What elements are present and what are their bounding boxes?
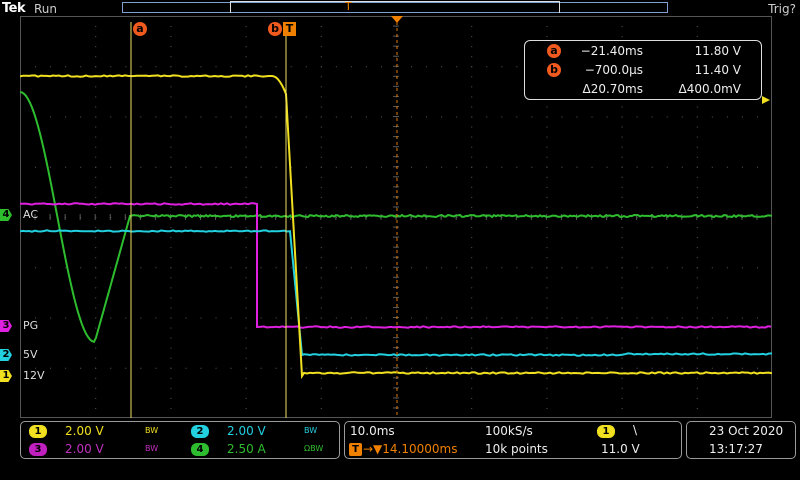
horizontal-trigger-panel[interactable]: 10.0ms 100kS/s T →▼14.10000ms 10k points… xyxy=(344,421,682,459)
readout-b-badge: b xyxy=(547,63,561,77)
ch3-bw-limit: BW xyxy=(145,444,158,453)
trace-ch3-pg xyxy=(20,203,771,327)
trigger-delay[interactable]: →▼14.10000ms xyxy=(363,442,457,456)
readout-b-time: −700.0µs xyxy=(585,63,643,77)
readout-b-value: 11.40 V xyxy=(695,63,741,77)
ch2-scale[interactable]: 2.00 V xyxy=(227,424,266,438)
readout-row-delta: Δ20.70ms Δ400.0mV xyxy=(525,82,761,98)
ch3-scale[interactable]: 2.00 V xyxy=(65,442,104,456)
readout-a-value: 11.80 V xyxy=(695,44,741,58)
brand-logo: Tek xyxy=(2,1,25,16)
readout-a-time: −21.40ms xyxy=(581,44,643,58)
readout-row-a: a −21.40ms 11.80 V xyxy=(525,44,761,60)
trigger-source-badge[interactable]: 1 xyxy=(597,425,615,438)
ch2-label: 5V xyxy=(23,348,38,361)
record-length: 10k points xyxy=(485,442,548,456)
ch2-bw-limit: BW xyxy=(304,426,317,435)
acquisition-state[interactable]: Run xyxy=(34,2,57,16)
ch4-scale[interactable]: 2.50 A xyxy=(227,442,266,456)
timebase[interactable]: 10.0ms xyxy=(350,424,395,438)
ch3-label: PG xyxy=(23,319,38,332)
ch2-marker[interactable]: 2 xyxy=(0,349,12,361)
ch1-bw-limit: BW xyxy=(145,426,158,435)
cursor-b-label[interactable]: b xyxy=(268,22,282,36)
record-view-window[interactable] xyxy=(230,1,560,13)
trigger-slope-falling-icon[interactable]: \ xyxy=(633,423,637,437)
cursor-readout: a −21.40ms 11.80 V b −700.0µs 11.40 V Δ2… xyxy=(524,40,762,100)
readout-delta-time: Δ20.70ms xyxy=(582,82,643,96)
clock-time: 13:17:27 xyxy=(709,442,763,456)
trigger-arrow-down-icon xyxy=(391,16,403,23)
readout-row-b: b −700.0µs 11.40 V xyxy=(525,63,761,79)
ch1-badge[interactable]: 1 xyxy=(29,425,47,438)
ch4-bw-limit: ΩBW xyxy=(304,444,323,453)
trigger-delay-icon: T xyxy=(349,443,362,456)
trigger-state: Trig? xyxy=(768,2,796,16)
ch1-scale[interactable]: 2.00 V xyxy=(65,424,104,438)
ch3-marker[interactable]: 3 xyxy=(0,320,12,332)
trigger-level[interactable]: 11.0 V xyxy=(601,442,640,456)
channel-settings-panel[interactable]: 1 2.00 V BW 2 2.00 V BW 3 2.00 V BW 4 2.… xyxy=(20,421,340,459)
datetime-panel: 23 Oct 2020 13:17:27 xyxy=(686,421,796,459)
ch1-label: 12V xyxy=(23,369,45,382)
trigger-position-icon: T xyxy=(345,0,352,13)
ch4-marker[interactable]: 4 xyxy=(0,209,12,221)
oscilloscope-screen: Tek Run T Trig? a b T a −21.40ms 11.80 V… xyxy=(0,0,800,480)
trace-ch1-12v xyxy=(20,75,772,376)
trigger-level-icon[interactable] xyxy=(762,96,770,104)
sample-rate: 100kS/s xyxy=(485,424,533,438)
date: 23 Oct 2020 xyxy=(709,424,783,438)
trigger-t-label: T xyxy=(283,22,296,36)
cursor-a-label[interactable]: a xyxy=(133,22,147,36)
ch3-badge[interactable]: 3 xyxy=(29,443,47,456)
ch2-badge[interactable]: 2 xyxy=(191,425,209,438)
trace-ch2-5v xyxy=(20,230,772,355)
ch1-marker[interactable]: 1 xyxy=(0,370,12,382)
readout-delta-value: Δ400.0mV xyxy=(679,82,741,96)
ch4-label: AC xyxy=(23,208,38,221)
trace-ch4-ac xyxy=(20,92,772,342)
readout-a-badge: a xyxy=(547,44,561,58)
ch4-badge[interactable]: 4 xyxy=(191,443,209,456)
